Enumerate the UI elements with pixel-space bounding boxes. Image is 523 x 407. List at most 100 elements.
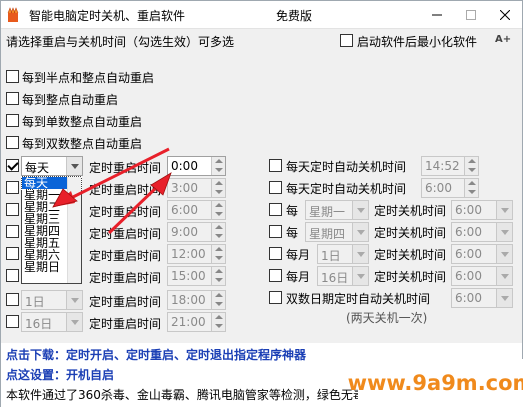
monthly-shutdown-2-time[interactable]: 6:00 — [451, 266, 513, 286]
even-date-note: (两天关机一次) — [346, 311, 428, 325]
dropdown-scrollbar[interactable] — [67, 177, 81, 283]
title-bar: 智能电脑定时关机、重启软件 免费版 — [1, 1, 522, 29]
restart-row-4-label: 定时重启时间 — [89, 227, 162, 241]
weekly-shutdown-2-checkbox[interactable] — [269, 225, 282, 238]
maximize-icon — [466, 10, 476, 20]
odd-hour-restart-checkbox[interactable] — [6, 114, 19, 127]
restart-row-3-label: 定时重启时间 — [89, 205, 162, 219]
spinner-icon — [211, 179, 225, 197]
weekly-shutdown-1-checkbox[interactable] — [269, 203, 282, 216]
maximize-button[interactable] — [454, 1, 488, 29]
even-hour-restart-label: 每到双数整点自动重启 — [22, 137, 143, 151]
weekly-shutdown-1-prefix: 每 — [286, 204, 299, 218]
daily-shutdown-2-checkbox[interactable] — [269, 181, 282, 194]
window-title: 智能电脑定时关机、重启软件 — [29, 9, 186, 23]
close-icon — [500, 10, 510, 20]
restart-row-7-time[interactable]: 18:00 — [167, 290, 226, 310]
monthly-shutdown-1-day[interactable]: 1日 — [317, 244, 369, 264]
restart-row-8-select[interactable]: 16日 — [21, 312, 83, 332]
spinner-icon — [211, 291, 225, 309]
download-link[interactable]: 点击下载：定时开启、定时重启、定时退出指定程序神器 — [6, 346, 306, 363]
site-watermark: www.9a9m.com — [348, 359, 523, 407]
spinner-icon — [211, 313, 225, 331]
minimize-on-start-checkbox[interactable] — [340, 34, 353, 47]
instruction-text: 请选择重启与关机时间（勾选生效）可多选 — [6, 35, 235, 49]
weekly-shutdown-1-label: 定时关机时间 — [374, 204, 447, 218]
chevron-down-icon — [352, 267, 368, 285]
minimize-on-start-label: 启动软件后最小化软件 — [357, 35, 478, 49]
minimize-button[interactable] — [420, 1, 454, 29]
monthly-shutdown-1-checkbox[interactable] — [269, 247, 282, 260]
minimize-icon — [432, 14, 442, 16]
half-hour-restart-checkbox[interactable] — [6, 70, 19, 83]
restart-row-1-time[interactable]: 0:00 — [167, 156, 226, 176]
restart-row-4-time[interactable]: 9:00 — [167, 222, 226, 242]
weekday-dropdown-list[interactable]: 每天 星期一 星期二 星期三 星期四 星期五 星期六 星期日 — [21, 176, 82, 284]
weekly-shutdown-2-prefix: 每 — [286, 226, 299, 240]
spinner-icon — [211, 245, 225, 263]
full-hour-restart-label: 每到整点自动重启 — [22, 93, 119, 107]
spinner-icon — [211, 223, 225, 241]
font-size-button[interactable]: A+ — [495, 34, 511, 45]
restart-row-7-select[interactable]: 1日 — [21, 290, 83, 310]
chevron-down-icon — [496, 201, 512, 219]
spinner-icon — [211, 157, 225, 175]
weekly-shutdown-1-time[interactable]: 6:00 — [451, 200, 513, 220]
restart-row-8-time[interactable]: 21:00 — [167, 312, 226, 332]
restart-row-1-label: 定时重启时间 — [89, 161, 162, 175]
full-hour-restart-checkbox[interactable] — [6, 92, 19, 105]
restart-row-6-label: 定时重启时间 — [89, 271, 162, 285]
daily-shutdown-1-checkbox[interactable] — [269, 159, 282, 172]
restart-row-7-checkbox[interactable] — [6, 293, 19, 306]
restart-row-1-select[interactable]: 每天 — [21, 156, 83, 176]
monthly-shutdown-1-label: 定时关机时间 — [374, 248, 447, 262]
chevron-down-icon — [352, 201, 368, 219]
monthly-shutdown-2-checkbox[interactable] — [269, 269, 282, 282]
autostart-settings-link[interactable]: 点这设置：开机自启 — [6, 366, 114, 383]
chevron-down-icon — [352, 245, 368, 263]
restart-row-3-checkbox[interactable] — [6, 203, 19, 216]
restart-row-5-time[interactable]: 12:00 — [167, 244, 226, 264]
monthly-shutdown-1-time[interactable]: 6:00 — [451, 244, 513, 264]
restart-row-2-checkbox[interactable] — [6, 181, 19, 194]
restart-row-5-checkbox[interactable] — [6, 247, 19, 260]
odd-hour-restart-label: 每到单数整点自动重启 — [22, 115, 143, 129]
close-button[interactable] — [488, 1, 522, 29]
chevron-down-icon — [496, 267, 512, 285]
daily-shutdown-2-time[interactable]: 6:00 — [421, 178, 479, 198]
weekly-shutdown-2-day[interactable]: 星期四 — [305, 222, 369, 242]
restart-row-8-label: 定时重启时间 — [89, 317, 162, 331]
weekly-shutdown-1-day[interactable]: 星期一 — [305, 200, 369, 220]
app-window: 智能电脑定时关机、重启软件 免费版 请选择重启与关机时间（勾选生效）可多选 启动… — [0, 0, 523, 407]
monthly-shutdown-1-prefix: 每月 — [286, 248, 311, 262]
app-logo-icon — [7, 7, 19, 22]
spinner-icon — [464, 157, 478, 175]
chevron-down-icon — [496, 223, 512, 241]
spinner-icon — [211, 201, 225, 219]
restart-row-1-checkbox[interactable] — [6, 159, 19, 172]
chevron-down-icon — [496, 289, 512, 307]
restart-row-4-checkbox[interactable] — [6, 225, 19, 238]
daily-shutdown-2-label: 每天定时自动关机时间 — [286, 182, 407, 196]
even-hour-restart-checkbox[interactable] — [6, 136, 19, 149]
monthly-shutdown-2-day[interactable]: 16日 — [317, 266, 369, 286]
restart-row-3-time[interactable]: 6:00 — [167, 200, 226, 220]
chevron-down-icon — [496, 245, 512, 263]
restart-row-6-checkbox[interactable] — [6, 269, 19, 282]
restart-row-2-time[interactable]: 3:00 — [167, 178, 226, 198]
even-date-shutdown-time[interactable]: 6:00 — [451, 288, 513, 308]
spinner-icon — [464, 179, 478, 197]
half-hour-restart-label: 每到半点和整点自动重启 — [22, 71, 155, 85]
restart-row-8-checkbox[interactable] — [6, 315, 19, 328]
chevron-down-icon — [352, 223, 368, 241]
daily-shutdown-1-time[interactable]: 14:52 — [421, 156, 479, 176]
spinner-icon — [211, 267, 225, 285]
even-date-shutdown-checkbox[interactable] — [269, 291, 282, 304]
restart-row-6-time[interactable]: 15:00 — [167, 266, 226, 286]
edition-badge: 免费版 — [276, 9, 313, 23]
weekly-shutdown-2-label: 定时关机时间 — [374, 226, 447, 240]
weekly-shutdown-2-time[interactable]: 6:00 — [451, 222, 513, 242]
chevron-down-icon — [66, 291, 82, 309]
chevron-down-icon — [66, 157, 82, 175]
monthly-shutdown-2-label: 定时关机时间 — [374, 270, 447, 284]
